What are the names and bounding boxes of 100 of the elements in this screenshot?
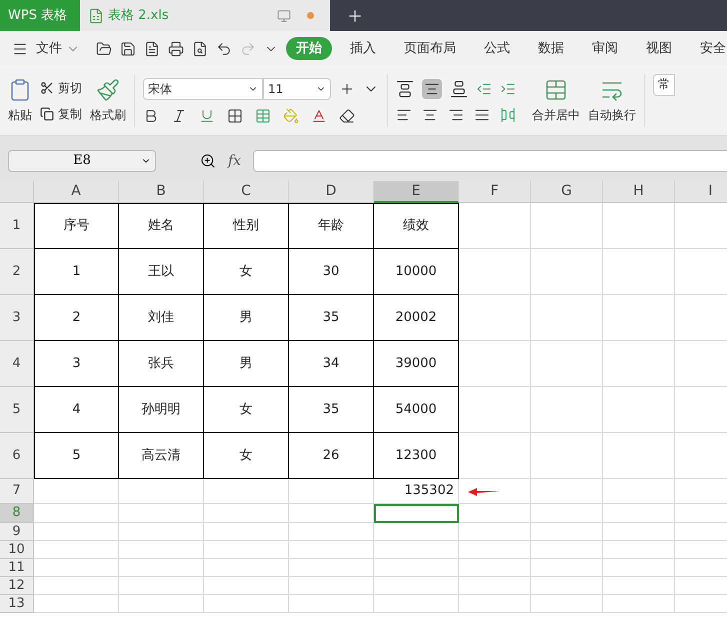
save-icon[interactable] — [120, 40, 136, 56]
row-header[interactable]: 6 — [0, 433, 34, 479]
align-bottom-icon[interactable] — [450, 80, 468, 98]
table-cell — [459, 523, 531, 541]
distribute-icon[interactable] — [500, 106, 516, 122]
column-header[interactable]: A — [34, 181, 119, 203]
table-cell: 30 — [289, 249, 374, 295]
eraser-icon[interactable] — [339, 108, 355, 124]
cut-button[interactable]: 剪切 — [40, 78, 82, 96]
align-middle-button[interactable] — [422, 78, 442, 98]
column-header[interactable]: E — [374, 181, 459, 203]
app-tab[interactable]: WPS 表格 — [0, 0, 80, 31]
paintbrush-icon — [96, 78, 120, 102]
borders-icon[interactable] — [227, 108, 243, 124]
document-title: 表格 2.xls — [108, 6, 169, 25]
number-format-select[interactable]: 常 — [653, 74, 675, 96]
table-cell — [531, 479, 603, 504]
table-cell — [531, 203, 603, 249]
ribbon-tab[interactable]: 插入 — [340, 36, 386, 60]
row-header[interactable]: 3 — [0, 295, 34, 341]
wrap-text-button[interactable]: 自动换行 — [588, 66, 636, 135]
font-select[interactable]: 宋体 — [143, 78, 263, 100]
table-cell: 10000 — [374, 249, 459, 295]
table-cell: 性别 — [204, 203, 289, 249]
format-painter-button[interactable]: 格式刷 — [90, 78, 126, 124]
table-cell: 王以 — [119, 249, 204, 295]
row-header[interactable]: 11 — [0, 559, 34, 577]
undo-icon[interactable] — [216, 40, 232, 56]
cell-style-icon[interactable] — [255, 108, 271, 124]
table-cell: 孙明明 — [119, 387, 204, 433]
fill-color-icon[interactable] — [283, 108, 299, 124]
ribbon-tab[interactable]: 审阅 — [582, 36, 628, 60]
row-header[interactable]: 13 — [0, 595, 34, 613]
row-header[interactable]: 7 — [0, 479, 34, 504]
table-cell — [459, 203, 531, 249]
underline-icon[interactable] — [199, 108, 215, 124]
align-top-icon[interactable] — [396, 80, 414, 98]
name-box[interactable]: E8 — [8, 150, 156, 172]
table-cell — [531, 504, 603, 523]
table-cell: 54000 — [374, 387, 459, 433]
row-header[interactable]: 4 — [0, 341, 34, 387]
font-size-select[interactable]: 11 — [263, 78, 331, 100]
table-cell: 5 — [34, 433, 119, 479]
table-cell — [459, 387, 531, 433]
merge-center-button[interactable]: 合并居中 — [532, 66, 580, 135]
table-cell — [459, 541, 531, 559]
table-cell: 姓名 — [119, 203, 204, 249]
copy-icon — [40, 106, 54, 120]
table-cell — [603, 479, 675, 504]
ribbon-tab[interactable]: 安全 — [690, 36, 727, 60]
table-cell — [531, 249, 603, 295]
print-icon[interactable] — [168, 40, 184, 56]
column-header[interactable]: B — [119, 181, 204, 203]
copy-button[interactable]: 复制 — [40, 104, 82, 122]
table-cell: 39000 — [374, 341, 459, 387]
row-header[interactable]: 10 — [0, 541, 34, 559]
table-cell: 绩效 — [374, 203, 459, 249]
column-header[interactable]: C — [204, 181, 289, 203]
paste-button[interactable]: 粘贴 — [8, 78, 32, 124]
table-cell — [459, 577, 531, 595]
table-cell — [603, 595, 675, 613]
table-cell: 26 — [289, 433, 374, 479]
monitor-icon[interactable] — [277, 8, 291, 22]
column-header[interactable]: F — [459, 181, 531, 203]
open-icon[interactable] — [96, 40, 112, 56]
table-cell: 35 — [289, 387, 374, 433]
function-label[interactable]: fx — [228, 150, 242, 172]
column-header[interactable]: I — [675, 181, 727, 203]
table-cell — [459, 595, 531, 613]
file-menu[interactable]: 文件 — [36, 38, 80, 58]
table-cell: 年龄 — [289, 203, 374, 249]
font-color-icon[interactable] — [311, 108, 327, 124]
table-cell — [603, 504, 675, 523]
ribbon-tab[interactable]: 公式 — [474, 36, 520, 60]
table-cell — [459, 249, 531, 295]
table-cell — [603, 295, 675, 341]
row-header[interactable]: 5 — [0, 387, 34, 433]
merge-cells-icon — [544, 78, 568, 102]
row-header[interactable]: 9 — [0, 523, 34, 541]
ribbon-tab[interactable]: 页面布局 — [394, 36, 466, 60]
ribbon-tab[interactable]: 视图 — [636, 36, 682, 60]
spreadsheet-file-icon[interactable] — [88, 8, 104, 24]
table-cell — [531, 295, 603, 341]
table-cell: 3 — [34, 341, 119, 387]
row-header[interactable]: 12 — [0, 577, 34, 595]
italic-icon[interactable] — [171, 108, 187, 124]
table-cell: 12300 — [374, 433, 459, 479]
print-preview-icon[interactable] — [192, 40, 208, 56]
search-icon[interactable] — [200, 153, 216, 169]
table-cell — [603, 541, 675, 559]
ribbon-tab[interactable]: 数据 — [528, 36, 574, 60]
formula-input[interactable] — [253, 150, 727, 172]
row-header[interactable]: 2 — [0, 249, 34, 295]
table-cell: 序号 — [34, 203, 119, 249]
table-cell: 张兵 — [119, 341, 204, 387]
scissors-icon — [40, 80, 54, 94]
column-header[interactable]: G — [531, 181, 603, 203]
column-header[interactable]: H — [603, 181, 675, 203]
row-header[interactable]: 1 — [0, 203, 34, 249]
table-cell — [531, 541, 603, 559]
